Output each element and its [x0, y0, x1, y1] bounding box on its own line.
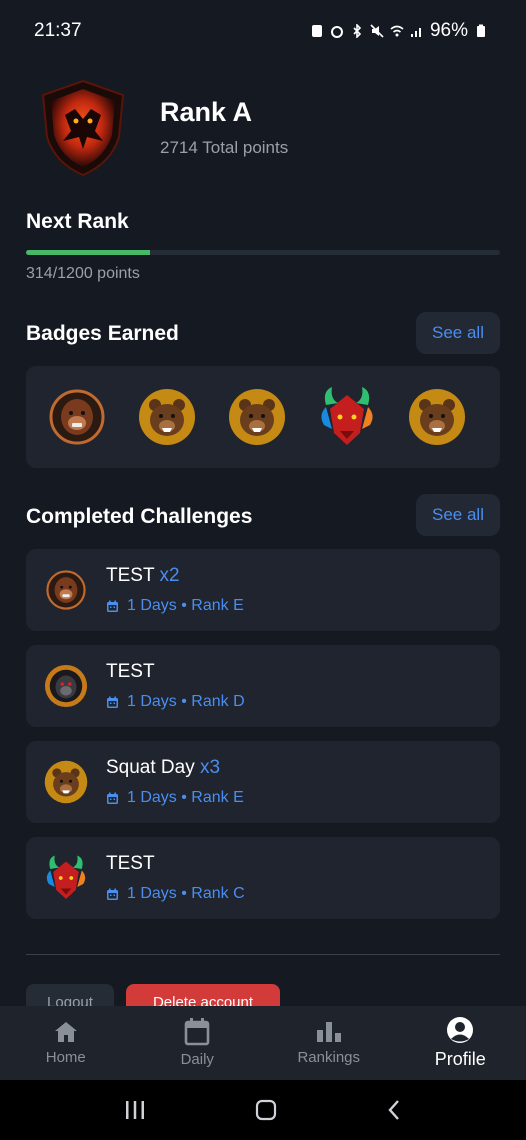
alarm-icon	[330, 26, 343, 38]
challenge-multiplier: x2	[159, 565, 180, 586]
challenge-meta-text: 1 Days • Rank D	[127, 693, 245, 710]
challenge-meta-text: 1 Days • Rank E	[127, 597, 244, 614]
calendar-icon	[184, 1018, 210, 1046]
challenge-card[interactable]: TEST x2 1 Days • Rank E	[26, 549, 500, 631]
nav-daily[interactable]: Daily	[132, 1006, 264, 1080]
badges-see-all-button[interactable]: See all	[416, 312, 500, 354]
challenge-name-text: TEST	[106, 661, 155, 682]
rank-info: Rank A 2714 Total points	[160, 97, 288, 158]
battery-icon	[477, 24, 485, 37]
challenges-see-all-button[interactable]: See all	[416, 494, 500, 536]
nav-profile-label: Profile	[434, 1049, 486, 1069]
status-icons: 96%	[310, 20, 488, 42]
challenge-name-text: TEST	[106, 853, 155, 874]
back-icon[interactable]	[386, 1099, 402, 1121]
home-system-icon[interactable]	[255, 1099, 277, 1121]
challenge-meta-text: 1 Days • Rank E	[127, 789, 244, 806]
bluetooth-icon	[353, 24, 362, 38]
bear-badge-icon[interactable]	[138, 388, 196, 446]
calendar-icon	[107, 888, 118, 900]
challenge-name: TEST	[106, 853, 155, 875]
badges-card	[26, 366, 500, 468]
bear-badge-icon[interactable]	[408, 388, 466, 446]
section-divider	[26, 954, 500, 955]
challenge-name-text: Squat Day	[106, 757, 195, 778]
calendar-icon	[107, 792, 118, 804]
home-icon	[54, 1022, 77, 1042]
nav-home-label: Home	[45, 1049, 86, 1066]
challenge-card[interactable]: Squat Day x3 1 Days • Rank E	[26, 741, 500, 823]
profile-header: Rank A 2714 Total points	[34, 72, 494, 182]
rank-emblem-icon	[34, 75, 132, 179]
mute-icon	[370, 24, 384, 38]
challenge-name: Squat Day x3	[106, 757, 220, 779]
gorilla-badge-icon[interactable]	[48, 388, 106, 446]
challenge-meta: 1 Days • Rank E	[106, 597, 244, 615]
challenge-meta: 1 Days • Rank D	[106, 693, 245, 711]
bar-chart-icon	[316, 1022, 341, 1042]
nav-daily-label: Daily	[180, 1051, 214, 1068]
challenge-card[interactable]: TEST 1 Days • Rank D	[26, 645, 500, 727]
next-rank-progress-bar	[26, 250, 500, 255]
challenges-title: Completed Challenges	[26, 505, 253, 528]
nav-home[interactable]: Home	[0, 1006, 132, 1080]
challenge-name-text: TEST	[106, 565, 155, 586]
dragon-badge-icon[interactable]	[318, 387, 376, 446]
total-points: 2714 Total points	[160, 137, 289, 157]
challenge-card[interactable]: TEST 1 Days • Rank C	[26, 837, 500, 919]
next-rank-progress-fill	[26, 250, 151, 255]
system-nav-bar	[0, 1080, 526, 1140]
nav-profile[interactable]: Profile	[395, 1006, 526, 1080]
battery-percent: 96%	[429, 20, 468, 41]
next-rank-title: Next Rank	[26, 210, 129, 233]
nav-rankings[interactable]: Rankings	[263, 1006, 395, 1080]
bottom-nav: Home Daily Rankings Profile	[0, 1006, 526, 1080]
badges-title: Badges Earned	[26, 322, 179, 345]
calendar-icon	[107, 600, 118, 612]
rank-title: Rank A	[160, 96, 253, 127]
recents-icon[interactable]	[124, 1100, 146, 1120]
challenge-name: TEST	[106, 661, 155, 683]
profile-icon	[447, 1017, 474, 1043]
challenge-multiplier: x3	[200, 757, 221, 778]
status-time: 21:37	[34, 20, 82, 41]
challenge-meta: 1 Days • Rank E	[106, 789, 244, 807]
dragon-badge-icon	[44, 855, 88, 900]
challenge-meta: 1 Days • Rank C	[106, 885, 245, 903]
next-rank-progress-text: 314/1200 points	[26, 265, 140, 282]
wifi-icon	[390, 25, 404, 37]
challenge-meta-text: 1 Days • Rank C	[127, 885, 245, 902]
calendar-icon	[107, 696, 118, 708]
signal-icon	[410, 28, 421, 37]
notification-icon	[311, 25, 322, 37]
status-bar: 21:37 96%	[0, 0, 526, 50]
challenge-name: TEST x2	[106, 565, 180, 587]
nav-rankings-label: Rankings	[297, 1049, 361, 1066]
bear-badge-icon[interactable]	[228, 388, 286, 446]
bear-badge-icon	[44, 760, 88, 804]
gorilla-badge-icon	[44, 568, 88, 612]
gorilla-shield-badge-icon	[44, 664, 88, 708]
